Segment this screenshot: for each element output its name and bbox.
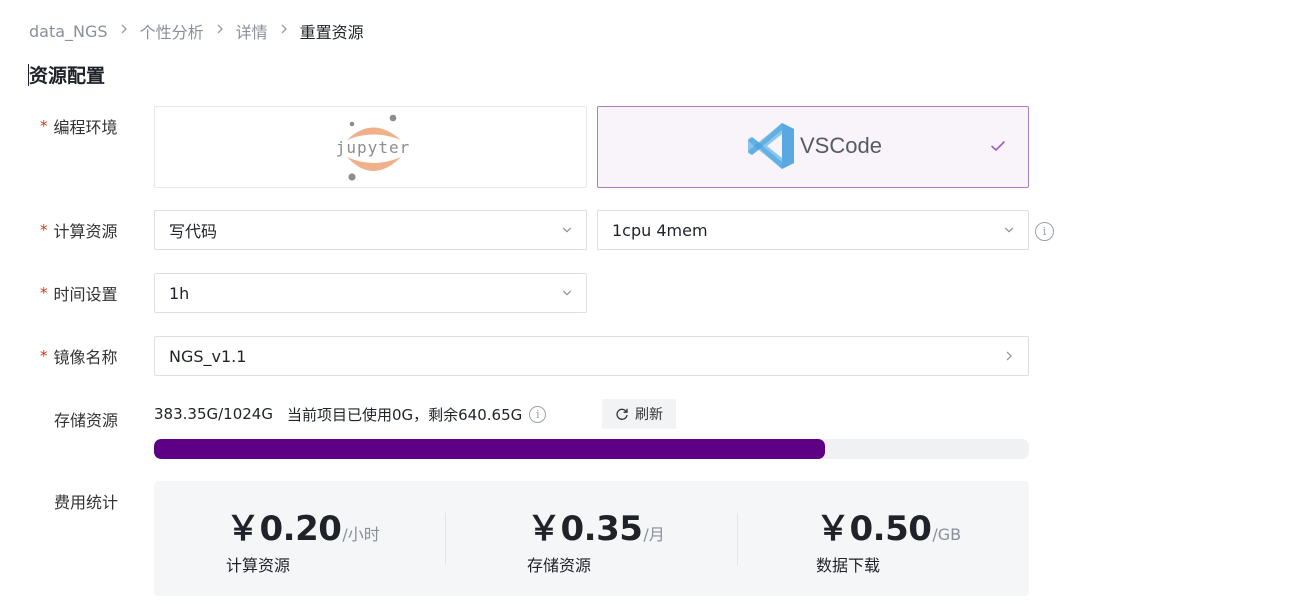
- image-select[interactable]: NGS_v1.1: [154, 336, 1029, 376]
- fee-unit: /月: [643, 525, 665, 544]
- fee-unit: /GB: [932, 525, 962, 544]
- compute-spec-value: 1cpu 4mem: [612, 220, 708, 240]
- compute-label: * 计算资源: [40, 219, 118, 241]
- image-value: NGS_v1.1: [169, 346, 247, 366]
- storage-progress-bar: [154, 439, 1029, 459]
- chevron-right-icon: [120, 23, 128, 39]
- fee-item-storage: ￥0.35 /月 存储资源: [527, 501, 665, 576]
- breadcrumb-item-detail[interactable]: 详情: [236, 19, 268, 43]
- breadcrumb-item-analysis[interactable]: 个性分析: [140, 19, 204, 43]
- compute-label-text: 计算资源: [53, 222, 118, 241]
- divider: [737, 513, 738, 565]
- info-icon[interactable]: i: [529, 405, 547, 423]
- chevron-down-icon: [562, 225, 572, 235]
- required-mark: *: [40, 347, 48, 365]
- breadcrumb-item-project[interactable]: data_NGS: [29, 22, 108, 41]
- fee-name: 计算资源: [226, 556, 291, 575]
- check-icon: [990, 140, 1006, 152]
- section-title: 资源配置: [29, 65, 106, 87]
- storage-usage: 383.35G/1024G: [154, 405, 273, 423]
- jupyter-logo: jupyter: [336, 114, 410, 181]
- refresh-label: 刷新: [635, 407, 663, 423]
- storage-label-text: 存储资源: [54, 411, 119, 430]
- required-mark: *: [40, 117, 48, 135]
- breadcrumb-item-current: 重置资源: [299, 23, 364, 42]
- chevron-right-icon: [216, 23, 224, 39]
- vscode-logo-text: VSCode: [800, 133, 882, 158]
- fee-name: 数据下载: [816, 556, 881, 575]
- required-mark: *: [40, 221, 48, 239]
- time-label-text: 时间设置: [53, 285, 118, 304]
- fee-amount: ￥0.35: [527, 509, 643, 549]
- time-label: * 时间设置: [40, 282, 118, 304]
- env-option-vscode[interactable]: VSCode: [597, 106, 1029, 188]
- storage-progress-fill: [154, 439, 826, 459]
- fees-label: 费用统计: [54, 490, 118, 512]
- image-label-text: 镜像名称: [53, 348, 118, 367]
- breadcrumb: data_NGS 个性分析 详情 重置资源: [29, 19, 364, 43]
- compute-type-value: 写代码: [169, 222, 218, 241]
- divider: [445, 513, 446, 565]
- compute-spec-select[interactable]: 1cpu 4mem: [597, 210, 1029, 250]
- chevron-down-icon: [562, 288, 572, 298]
- time-select[interactable]: 1h: [154, 273, 587, 313]
- compute-type-select[interactable]: 写代码: [154, 210, 587, 250]
- chevron-right-icon: [1004, 351, 1014, 361]
- fees-label-text: 费用统计: [54, 493, 119, 512]
- env-label: * 编程环境: [40, 115, 118, 137]
- fee-panel: ￥0.20 /小时 计算资源 ￥0.35 /月 存储资源 ￥0.50 /GB 数…: [154, 481, 1029, 596]
- storage-label: 存储资源: [54, 408, 118, 430]
- refresh-icon: [616, 408, 628, 420]
- chevron-right-icon: [280, 23, 288, 39]
- image-label: * 镜像名称: [40, 345, 118, 367]
- fee-item-download: ￥0.50 /GB 数据下载: [816, 501, 961, 576]
- storage-detail: 当前项目已使用0G，剩余640.65G: [286, 405, 523, 424]
- svg-text:jupyter: jupyter: [336, 138, 410, 157]
- vscode-logo: [748, 123, 794, 169]
- fee-amount: ￥0.20: [226, 509, 342, 549]
- fee-unit: /小时: [342, 525, 380, 544]
- fee-item-compute: ￥0.20 /小时 计算资源: [226, 501, 380, 576]
- fee-name: 存储资源: [527, 556, 592, 575]
- fee-amount: ￥0.50: [816, 509, 932, 549]
- time-value: 1h: [169, 283, 190, 303]
- storage-info: 383.35G/1024G 当前项目已使用0G，剩余640.65G i: [154, 402, 547, 426]
- required-mark: *: [40, 284, 48, 302]
- refresh-button[interactable]: 刷新: [602, 399, 676, 429]
- env-option-jupyter[interactable]: jupyter: [154, 106, 587, 188]
- info-icon[interactable]: i: [1035, 222, 1054, 241]
- chevron-down-icon: [1004, 225, 1014, 235]
- env-label-text: 编程环境: [53, 118, 118, 137]
